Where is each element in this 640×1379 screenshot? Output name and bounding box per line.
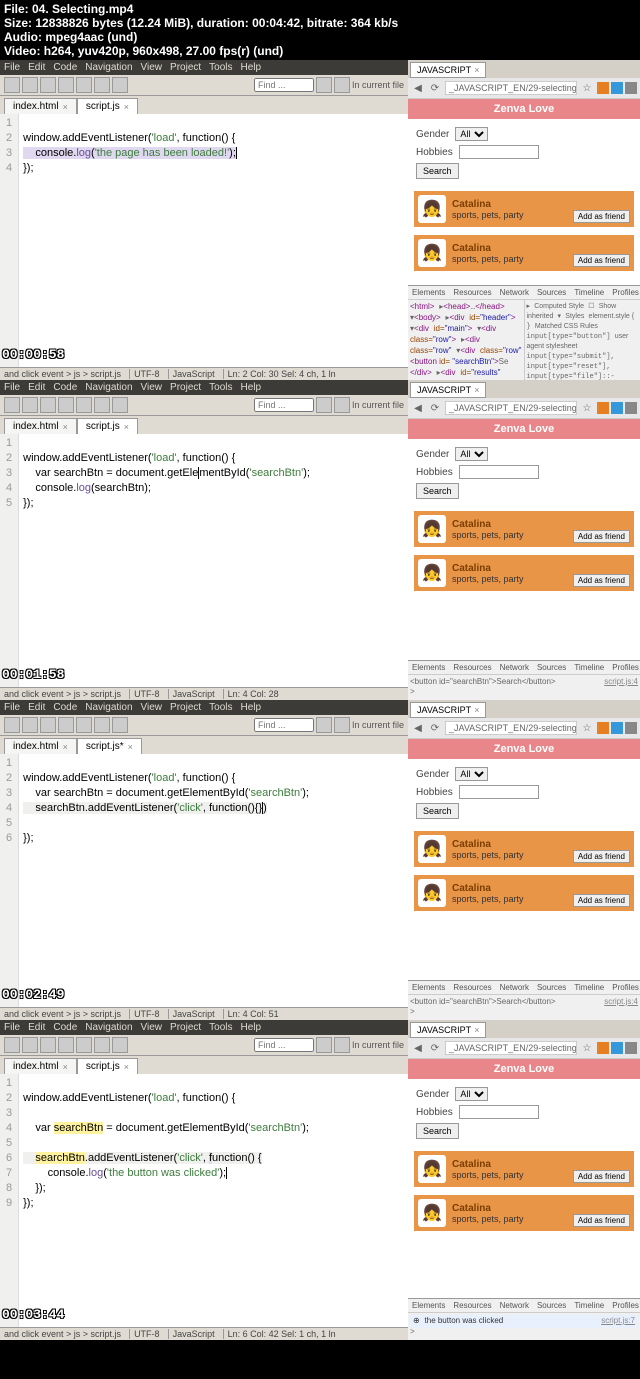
card-subtitle: sports, pets, party	[452, 210, 524, 220]
close-icon[interactable]: ×	[124, 102, 129, 112]
extension-icon[interactable]	[597, 82, 609, 94]
hobbies-label: Hobbies	[416, 147, 453, 158]
user-card: 👧 Catalinasports, pets, party Add as fri…	[414, 191, 634, 227]
back-icon[interactable]: ◀	[411, 401, 425, 415]
find-next-icon[interactable]	[334, 77, 350, 93]
console-log-line: script.js:7⊕ the button was clicked	[410, 1315, 638, 1328]
search-button[interactable]: Search	[416, 163, 459, 179]
find-prev-icon[interactable]	[316, 77, 332, 93]
toolbar-btn[interactable]	[40, 77, 56, 93]
add-friend-button[interactable]: Add as friend	[573, 210, 630, 223]
editor-tabs: index.html× script.js×	[0, 96, 408, 114]
styles-panel[interactable]: ▸ Computed Style ☐ Show inherited ▾ Styl…	[524, 300, 640, 380]
toolbar-btn[interactable]	[94, 77, 110, 93]
devtools: Elements Resources Network Sources Timel…	[408, 285, 640, 380]
star-icon[interactable]: ☆	[580, 81, 594, 95]
menu-edit[interactable]: Edit	[28, 62, 45, 73]
toolbar-btn[interactable]	[4, 77, 20, 93]
hobbies-input[interactable]	[459, 145, 539, 159]
video-frame-3: 00:02:49 FileEditCodeNavigationViewProje…	[0, 700, 640, 1020]
extension-icon[interactable]	[611, 82, 623, 94]
url-bar: ◀ ⟳ _JAVASCRIPT_EN/29-selecting%20an ☆	[408, 78, 640, 99]
card-subtitle: sports, pets, party	[452, 254, 524, 264]
url-input[interactable]: _JAVASCRIPT_EN/29-selecting%20an	[445, 81, 577, 95]
page-title: Zenva Love	[408, 99, 640, 119]
status-bar: and click event > js > script.js UTF-8 J…	[0, 367, 408, 380]
find-scope[interactable]: In current file	[352, 80, 404, 90]
timestamp: 00:02:49	[2, 987, 64, 1002]
browser-tab[interactable]: JAVASCRIPT×	[410, 62, 486, 78]
menu-file[interactable]: File	[4, 62, 20, 73]
elements-panel[interactable]: <html> ▸<head>…</head> ▾<body> ▸<div id=…	[408, 300, 524, 380]
dt-tab-network[interactable]: Network	[498, 287, 531, 298]
cursor-pos: Ln: 2 Col: 30 Sel: 4 ch, 1 ln	[223, 369, 336, 379]
reload-icon[interactable]: ⟳	[428, 401, 442, 415]
dt-tab-timeline[interactable]: Timeline	[572, 287, 606, 298]
toolbar-btn[interactable]	[112, 77, 128, 93]
card-name: Catalina	[452, 243, 524, 254]
reload-icon[interactable]: ⟳	[428, 81, 442, 95]
timestamp: 00:01:58	[2, 667, 64, 682]
toolbar-btn[interactable]	[58, 77, 74, 93]
user-card: 👧 Catalinasports, pets, party Add as fri…	[414, 235, 634, 271]
tab-script[interactable]: script.js×	[77, 98, 138, 114]
toolbar: In current file	[0, 395, 408, 416]
code-content[interactable]: window.addEventListener('load', function…	[19, 114, 408, 367]
back-icon[interactable]: ◀	[411, 81, 425, 95]
avatar: 👧	[418, 239, 446, 267]
browser-tabs: JAVASCRIPT×	[408, 60, 640, 78]
video-frame-4: 00:03:44 FileEditCodeNavigationViewProje…	[0, 1020, 640, 1340]
menu-project[interactable]: Project	[170, 62, 201, 73]
dt-tab-resources[interactable]: Resources	[451, 287, 493, 298]
gender-select[interactable]: All	[455, 127, 488, 141]
star-icon[interactable]: ☆	[580, 401, 594, 415]
find-input[interactable]	[254, 398, 314, 412]
timestamp: 00:03:44	[2, 1307, 64, 1322]
menu-code[interactable]: Code	[53, 62, 77, 73]
menu-bar: FileEditCodeNavigationViewProjectToolsHe…	[0, 380, 408, 395]
code-editor[interactable]: 1234 window.addEventListener('load', fun…	[0, 114, 408, 367]
avatar: 👧	[418, 195, 446, 223]
close-icon[interactable]: ×	[63, 102, 68, 112]
dt-tab-elements[interactable]: Elements	[410, 287, 447, 298]
encoding: UTF-8	[129, 369, 160, 379]
editor-tabs: index.html× script.js×	[0, 416, 408, 434]
lang-indicator: JavaScript	[168, 369, 215, 379]
toolbar-btn[interactable]	[22, 77, 38, 93]
status-bar: and click event > js > script.js UTF-8 J…	[0, 687, 408, 700]
console-output[interactable]: script.js:4<button id="searchBtn">Search…	[408, 675, 640, 700]
find-input[interactable]	[254, 78, 314, 92]
toolbar-btn[interactable]	[76, 77, 92, 93]
menu-bar: File Edit Code Navigation View Project T…	[0, 60, 408, 75]
tab-script[interactable]: script.js×	[77, 418, 138, 434]
file-info-header: File: 04. Selecting.mp4 Size: 12838826 b…	[0, 0, 640, 60]
timestamp: 00:00:58	[2, 347, 64, 362]
dt-tab-sources[interactable]: Sources	[535, 287, 568, 298]
page-content: Zenva Love Gender All Hobbies Search 👧 Ca…	[408, 99, 640, 285]
tab-index[interactable]: index.html×	[4, 98, 77, 114]
menu-view[interactable]: View	[141, 62, 163, 73]
video-frame-1: 00:00:58 File Edit Code Navigation View …	[0, 60, 640, 380]
menu-tools[interactable]: Tools	[209, 62, 232, 73]
add-friend-button[interactable]: Add as friend	[573, 254, 630, 267]
devtools-tabs: Elements Resources Network Sources Timel…	[408, 286, 640, 300]
tab-index[interactable]: index.html×	[4, 418, 77, 434]
breadcrumb: and click event > js > script.js	[4, 369, 121, 379]
dt-tab-profiles[interactable]: Profiles	[610, 287, 640, 298]
toolbar: In current file	[0, 75, 408, 96]
close-icon[interactable]: ×	[474, 65, 479, 75]
video-frame-2: 00:01:58 FileEditCodeNavigationViewProje…	[0, 380, 640, 700]
gender-label: Gender	[416, 129, 449, 140]
code-editor[interactable]: 12345 window.addEventListener('load', fu…	[0, 434, 408, 687]
menu-help[interactable]: Help	[241, 62, 262, 73]
menu-icon[interactable]	[625, 82, 637, 94]
card-name: Catalina	[452, 199, 524, 210]
line-gutter: 1234	[0, 114, 19, 367]
menu-navigation[interactable]: Navigation	[85, 62, 132, 73]
